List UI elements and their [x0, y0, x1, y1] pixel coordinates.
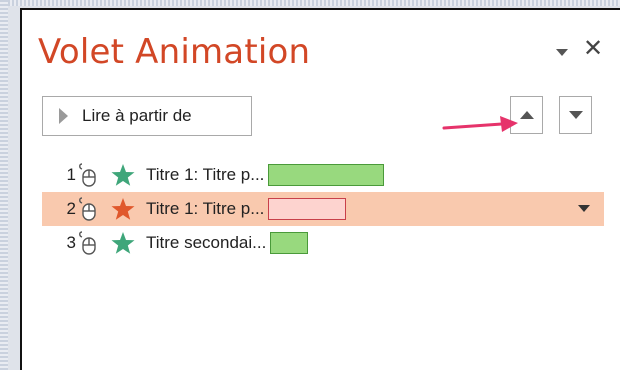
move-later-button[interactable] — [559, 96, 592, 134]
animation-label: Titre 1: Titre p... — [146, 165, 265, 184]
window-edge-left — [0, 0, 8, 370]
chevron-down-icon — [556, 48, 568, 56]
mouse-click-icon — [77, 162, 99, 188]
annotation-arrow-icon — [442, 116, 518, 132]
animation-order-number: 3 — [66, 233, 76, 252]
window-edge-top — [0, 0, 620, 6]
timing-bar[interactable] — [268, 198, 347, 220]
animation-label: Titre 1: Titre p... — [146, 199, 265, 218]
animation-order-number: 2 — [66, 199, 76, 218]
animation-item[interactable]: 3 Titre secondai... — [42, 226, 604, 260]
timing-bar[interactable] — [268, 164, 385, 186]
play-from-label: Lire à partir de — [82, 106, 192, 125]
mouse-click-icon — [77, 230, 99, 256]
star-icon — [110, 196, 136, 222]
star-icon — [110, 230, 136, 256]
pane-title: Volet Animation — [38, 32, 311, 72]
pane-options-button[interactable] — [554, 46, 570, 58]
animation-list: 1 Titre 1: Titre p... 2 Titre 1: Titre p...… — [42, 158, 604, 260]
triangle-down-icon — [568, 111, 583, 119]
timing-bar[interactable] — [270, 232, 309, 254]
chevron-down-icon[interactable] — [578, 205, 590, 212]
animation-label: Titre secondai... — [146, 233, 267, 252]
animation-item[interactable]: 2 Titre 1: Titre p... — [42, 192, 604, 226]
animation-item[interactable]: 1 Titre 1: Titre p... — [42, 158, 604, 192]
close-pane-button[interactable]: ✕ — [582, 36, 604, 62]
animation-order-number: 1 — [66, 165, 76, 184]
star-icon — [110, 162, 136, 188]
play-from-button[interactable]: Lire à partir de — [42, 96, 252, 136]
mouse-click-icon — [77, 196, 99, 222]
play-icon — [59, 108, 68, 124]
animation-pane: Volet Animation ✕ Lire à partir de 1 Titr… — [20, 8, 620, 370]
